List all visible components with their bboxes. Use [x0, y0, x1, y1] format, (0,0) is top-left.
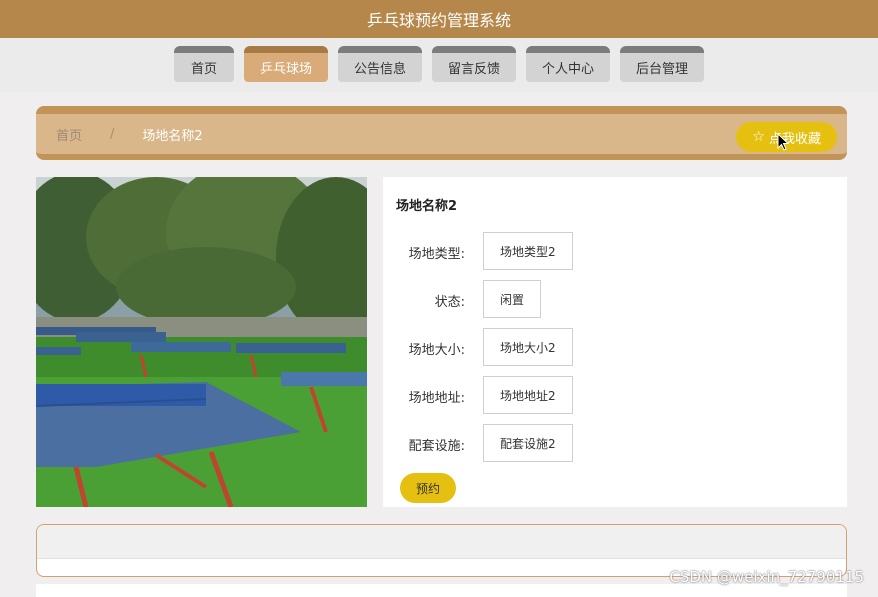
- field-status: 状态: 闲置: [383, 280, 571, 318]
- field-facilities: 配套设施: 配套设施2: [383, 424, 573, 462]
- field-value: 场地大小2: [483, 328, 573, 366]
- nav-table-tennis-venues[interactable]: 乒乓球场: [243, 46, 328, 82]
- nav-feedback[interactable]: 留言反馈: [431, 46, 516, 82]
- venue-detail-panel: 场地名称2 场地类型: 场地类型2 状态: 闲置 场地大小: 场地大小2 场地地…: [383, 177, 847, 507]
- field-label: 状态:: [434, 295, 465, 310]
- book-button[interactable]: 预约: [400, 473, 456, 503]
- field-venue-type: 场地类型: 场地类型2: [383, 232, 573, 270]
- field-label: 场地类型:: [408, 247, 465, 262]
- mouse-cursor-icon: [777, 132, 791, 155]
- comments-panel-header: [37, 525, 846, 559]
- star-icon: ☆: [752, 129, 765, 145]
- field-value: 配套设施2: [483, 424, 573, 462]
- venue-name: 场地名称2: [396, 199, 458, 214]
- watermark: CSDN @weixin_72790115: [669, 568, 864, 586]
- nav-personal-center[interactable]: 个人中心: [526, 46, 611, 82]
- breadcrumb-current: 场地名称2: [142, 128, 203, 144]
- breadcrumb: 首页 / 场地名称2 ☆ 点我收藏: [36, 106, 847, 160]
- breadcrumb-home-link[interactable]: 首页: [56, 125, 82, 144]
- nav-admin[interactable]: 后台管理: [620, 46, 705, 82]
- app-title: 乒乓球预约管理系统: [366, 11, 511, 30]
- breadcrumb-separator: /: [110, 126, 115, 142]
- field-label: 场地大小:: [408, 343, 465, 358]
- field-value: 闲置: [483, 280, 542, 318]
- field-label: 场地地址:: [408, 391, 465, 406]
- main-nav: 首页 乒乓球场 公告信息 留言反馈 个人中心 后台管理: [0, 38, 878, 92]
- nav-home[interactable]: 首页: [173, 46, 234, 82]
- nav-announcements[interactable]: 公告信息: [337, 46, 422, 82]
- field-label: 配套设施:: [408, 439, 465, 454]
- venue-photo: [36, 177, 367, 507]
- field-venue-size: 场地大小: 场地大小2: [383, 328, 573, 366]
- field-venue-address: 场地地址: 场地地址2: [383, 376, 573, 414]
- app-header: 乒乓球预约管理系统: [0, 0, 878, 38]
- field-value: 场地地址2: [483, 376, 573, 414]
- field-value: 场地类型2: [483, 232, 573, 270]
